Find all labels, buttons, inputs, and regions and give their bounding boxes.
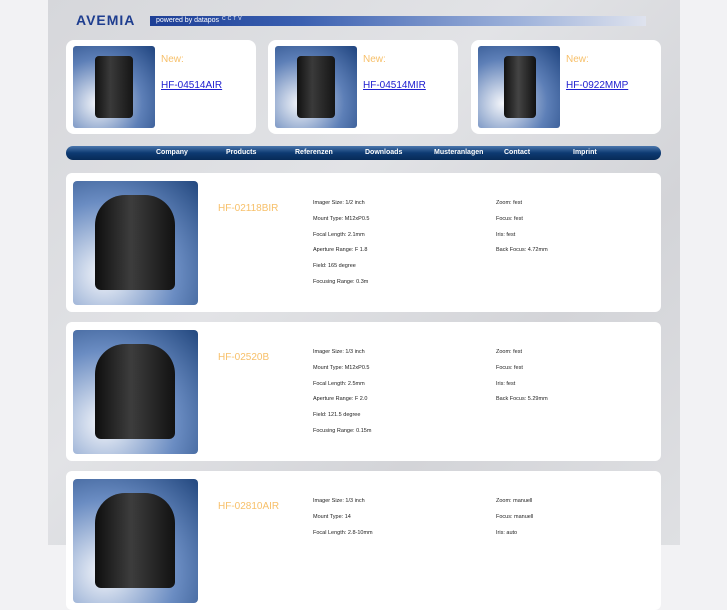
nav-products[interactable]: Products <box>226 149 256 156</box>
spec-left: Imager Size: 1/3 inch <box>313 498 365 504</box>
spec-right: Back Focus: 5.29mm <box>496 396 548 403</box>
header-banner: AVEMIA powered by datapos CCTV <box>76 13 648 27</box>
spec-left: Focal Length: 2.8-10mm <box>313 529 373 536</box>
main-nav: Company Products Referenzen Downloads Mu… <box>66 146 661 160</box>
spec-left: Aperture Range: F 2.0 <box>313 396 368 403</box>
nav-musteranlagen[interactable]: Musteranlagen <box>434 149 483 156</box>
product-name[interactable]: HF-02118BIR <box>218 203 278 214</box>
cctv-logo: CCTV <box>222 16 244 22</box>
powered-by-text: powered by datapos <box>156 17 220 24</box>
nav-referenzen[interactable]: Referenzen <box>295 149 333 156</box>
product-image[interactable] <box>275 46 357 128</box>
spec-left: Imager Size: 1/2 inch <box>313 200 365 206</box>
product-card: HF-02520B Imager Size: 1/3 inch Mount Type… <box>66 322 661 461</box>
new-label: New: <box>161 54 184 65</box>
spec-left: Mount Type: M12xP0.5 <box>313 215 370 222</box>
nav-downloads[interactable]: Downloads <box>365 149 402 156</box>
spec-left: Focusing Range: 0.15m <box>313 428 372 434</box>
new-product-link[interactable]: HF-04514MIR <box>363 80 426 91</box>
product-image[interactable] <box>73 330 198 454</box>
spec-left: Aperture Range: F 1.8 <box>313 247 368 254</box>
new-product-card: New: HF-0922MMP <box>471 40 661 134</box>
product-card: HF-02118BIR Imager Size: 1/2 inch Mount Ty… <box>66 173 661 312</box>
spec-left: Imager Size: 1/3 inch <box>313 349 365 355</box>
spec-right: Focus: fest <box>496 364 523 371</box>
product-image[interactable] <box>73 479 198 603</box>
new-label: New: <box>566 54 589 65</box>
spec-right: Focus: manuell <box>496 513 534 520</box>
spec-right: Zoom: fest <box>496 200 522 206</box>
spec-left: Mount Type: 14 <box>313 513 351 520</box>
spec-left: Field: 165 degree <box>313 263 356 270</box>
product-image[interactable] <box>478 46 560 128</box>
product-image[interactable] <box>73 181 198 305</box>
new-product-link[interactable]: HF-04514AIR <box>161 80 222 91</box>
product-name[interactable]: HF-02810AIR <box>218 501 279 512</box>
avemia-logo[interactable]: AVEMIA <box>76 13 135 27</box>
spec-left: Field: 121.5 degree <box>313 412 361 419</box>
spec-right: Iris: fest <box>496 380 516 387</box>
spec-right: Iris: fest <box>496 231 516 238</box>
spec-right: Back Focus: 4.72mm <box>496 247 548 254</box>
product-image[interactable] <box>73 46 155 128</box>
spec-left: Focal Length: 2.1mm <box>313 231 365 238</box>
new-label: New: <box>363 54 386 65</box>
new-product-card: New: HF-04514AIR <box>66 40 256 134</box>
spec-right: Zoom: fest <box>496 349 522 355</box>
spec-right: Focus: fest <box>496 215 523 222</box>
spec-right: Iris: auto <box>496 529 518 536</box>
spec-right: Zoom: manuell <box>496 498 533 504</box>
new-product-card: New: HF-04514MIR <box>268 40 458 134</box>
product-card: HF-02810AIR Imager Size: 1/3 inch Mount Ty… <box>66 471 661 610</box>
spec-left: Focusing Range: 0.3m <box>313 279 369 285</box>
nav-contact[interactable]: Contact <box>504 149 530 156</box>
spec-left: Mount Type: M12xP0.5 <box>313 364 370 371</box>
spec-left: Focal Length: 2.5mm <box>313 380 365 387</box>
product-name[interactable]: HF-02520B <box>218 352 269 363</box>
nav-company[interactable]: Company <box>156 149 188 156</box>
nav-imprint[interactable]: Imprint <box>573 149 597 156</box>
new-product-link[interactable]: HF-0922MMP <box>566 80 628 91</box>
